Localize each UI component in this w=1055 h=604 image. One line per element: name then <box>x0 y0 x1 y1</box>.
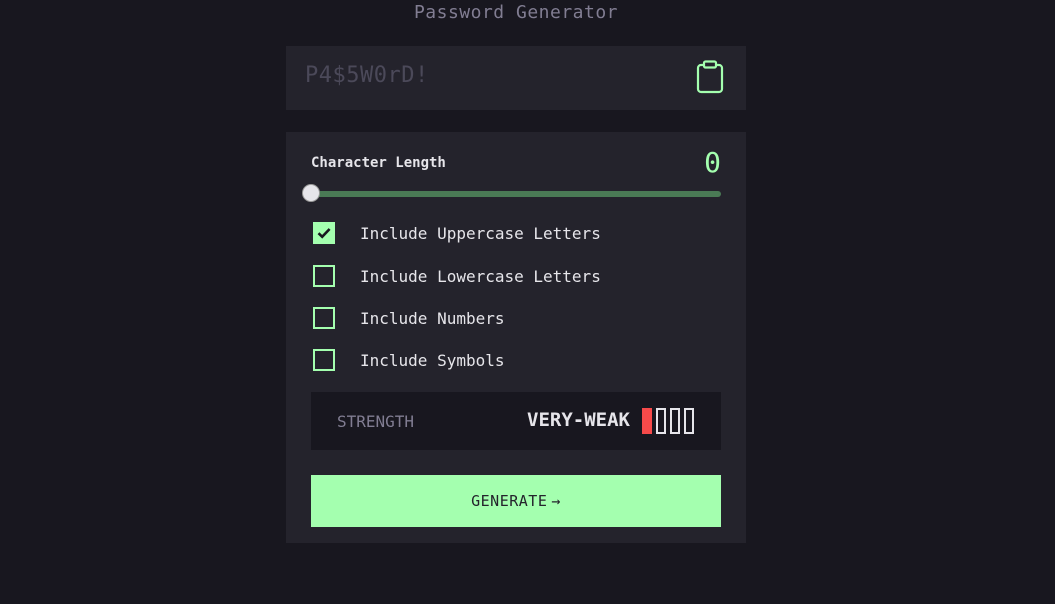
option-label: Include Numbers <box>360 308 505 328</box>
generate-button[interactable]: GENERATE → <box>311 475 721 527</box>
option-symbols[interactable]: Include Symbols <box>313 349 505 371</box>
option-numbers[interactable]: Include Numbers <box>313 307 505 329</box>
arrow-right-icon: → <box>551 492 561 510</box>
strength-meter: STRENGTH VERY-WEAK <box>311 392 721 450</box>
copy-button[interactable] <box>696 60 724 94</box>
generate-label: GENERATE <box>471 492 548 510</box>
option-label: Include Symbols <box>360 350 505 370</box>
password-display: P4$5W0rD! <box>286 46 746 110</box>
password-text: P4$5W0rD! <box>305 63 429 88</box>
settings-panel: Character Length 0 Include Uppercase Let… <box>286 132 746 543</box>
checkbox-lowercase[interactable] <box>313 265 335 287</box>
checkbox-symbols[interactable] <box>313 349 335 371</box>
clipboard-icon <box>696 60 724 94</box>
option-label: Include Lowercase Letters <box>360 266 601 286</box>
option-uppercase[interactable]: Include Uppercase Letters <box>313 222 601 244</box>
password-generator-app: Password Generator P4$5W0rD! Character L… <box>0 0 1055 604</box>
strength-bar <box>684 408 694 434</box>
strength-value: VERY-WEAK <box>527 409 630 431</box>
option-label: Include Uppercase Letters <box>360 223 601 243</box>
strength-bar <box>670 408 680 434</box>
strength-bar <box>642 408 652 434</box>
option-lowercase[interactable]: Include Lowercase Letters <box>313 265 601 287</box>
strength-label: STRENGTH <box>337 412 415 431</box>
app-title: Password Generator <box>413 2 619 23</box>
check-icon <box>317 228 331 239</box>
strength-bars <box>642 408 694 434</box>
strength-bar <box>656 408 666 434</box>
character-length-label: Character Length <box>311 155 446 171</box>
slider-thumb[interactable] <box>302 184 320 202</box>
checkbox-numbers[interactable] <box>313 307 335 329</box>
character-length-value: 0 <box>704 146 721 179</box>
length-slider[interactable] <box>302 184 721 202</box>
checkbox-uppercase[interactable] <box>313 222 335 244</box>
